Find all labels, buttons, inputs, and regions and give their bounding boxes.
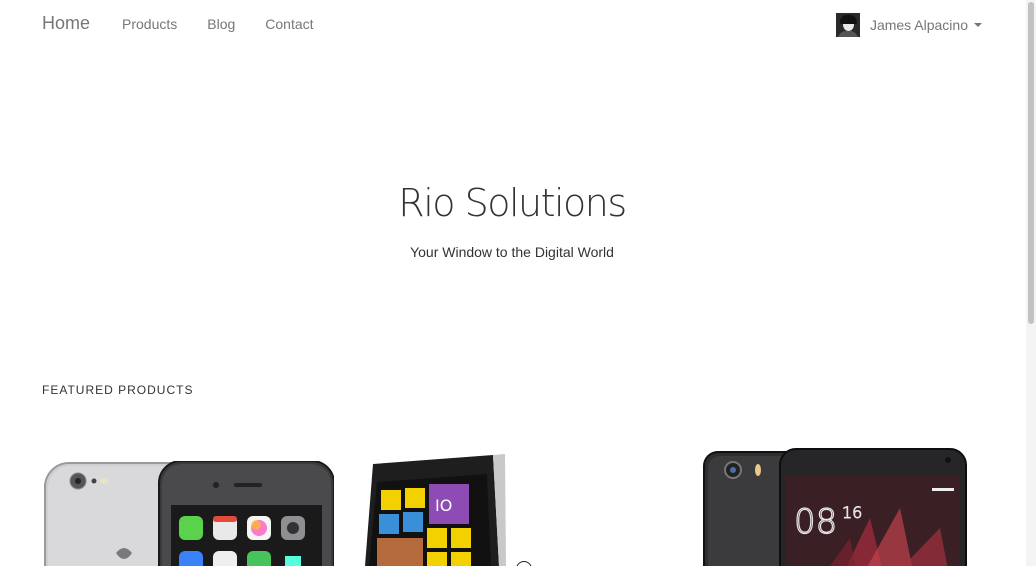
page: Home Products Blog Contact James Alpacin… [0, 0, 1036, 566]
chevron-down-icon [974, 23, 982, 27]
xiaomi-phone-image: 08 16 [703, 448, 967, 566]
mouse-cursor-icon [516, 561, 532, 566]
scrollbar-thumb[interactable] [1028, 2, 1034, 324]
page-scrollbar[interactable] [1026, 0, 1036, 566]
avatar [835, 13, 860, 37]
nav-link-contact[interactable]: Contact [265, 16, 313, 32]
hero-title: Rio Solutions [398, 181, 627, 225]
featured-products-heading: FEATURED PRODUCTS [42, 383, 194, 397]
user-menu-dropdown[interactable]: James Alpacino [835, 13, 982, 37]
product-card-xiaomi[interactable]: 08 16 [700, 448, 970, 566]
iphone-6-image [44, 461, 334, 566]
nav-link-blog[interactable]: Blog [207, 16, 235, 32]
nav-links: Products Blog Contact [122, 16, 314, 32]
svg-text:16: 16 [842, 503, 862, 522]
nav-link-products[interactable]: Products [122, 16, 177, 32]
product-card-iphone[interactable] [44, 461, 334, 566]
navbar: Home Products Blog Contact James Alpacin… [0, 0, 1026, 48]
user-name: James Alpacino [869, 17, 968, 33]
product-card-lumia[interactable]: IO [365, 454, 510, 566]
lumia-phone-image: IO [365, 454, 506, 566]
svg-text:08: 08 [794, 502, 837, 542]
brand-home-link[interactable]: Home [42, 13, 90, 34]
hero-subtitle: Your Window to the Digital World [410, 244, 614, 260]
svg-text:IO: IO [435, 496, 452, 515]
